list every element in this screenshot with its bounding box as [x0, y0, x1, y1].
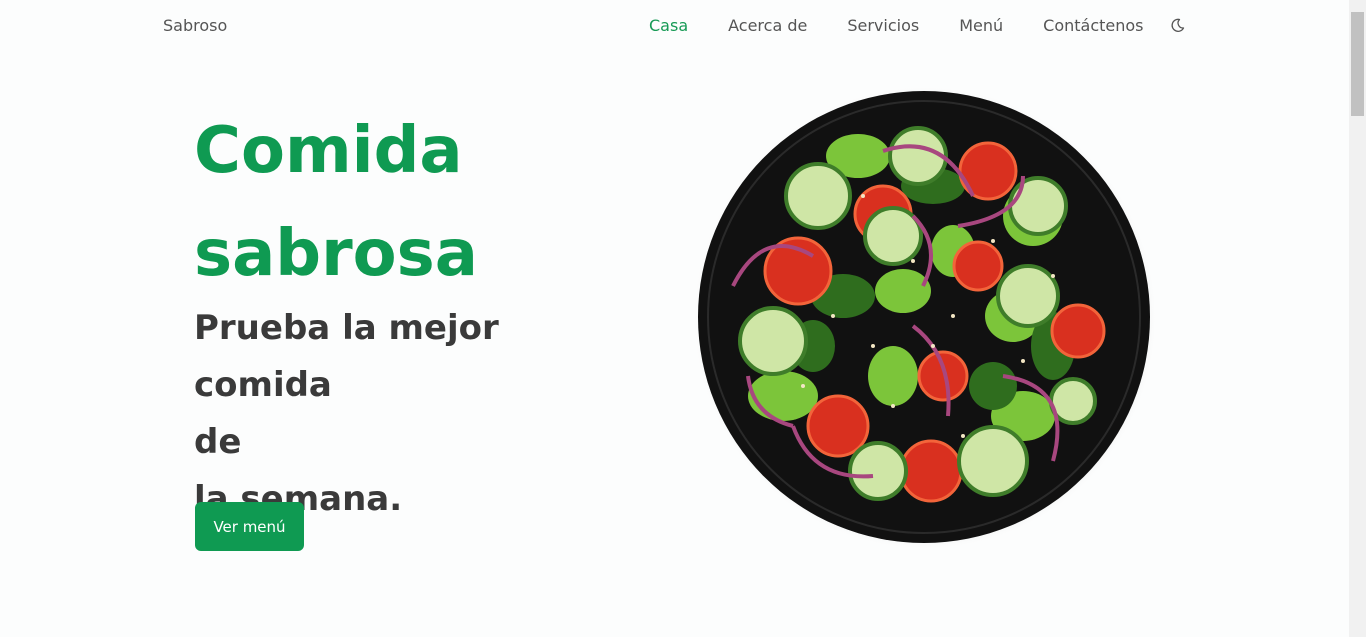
moon-icon[interactable] [1170, 17, 1186, 33]
hero-title: Comida sabrosa [194, 100, 634, 306]
hero-title-line-2: sabrosa [194, 217, 478, 291]
hero-title-line-1: Comida [194, 114, 463, 188]
salad-plate-image [693, 86, 1157, 550]
site-logo[interactable]: Sabroso [163, 16, 227, 35]
main-nav: Casa Acerca de Servicios Menú Contácteno… [649, 16, 1144, 35]
hero-subtitle-line-1: Prueba la mejor comida [194, 308, 499, 405]
scrollbar-thumb[interactable] [1351, 12, 1364, 116]
view-menu-button[interactable]: Ver menú [195, 502, 304, 551]
nav-item-acerca-de[interactable]: Acerca de [728, 16, 807, 35]
hero-subtitle-line-2: de [194, 422, 242, 462]
hero-subtitle: Prueba la mejor comida de la semana. [194, 300, 644, 528]
nav-item-casa[interactable]: Casa [649, 16, 688, 35]
page-scrollbar[interactable] [1349, 0, 1366, 637]
nav-item-servicios[interactable]: Servicios [847, 16, 919, 35]
salad-plate-illustration [693, 86, 1157, 550]
site-header: Sabroso Casa Acerca de Servicios Menú Co… [0, 0, 1349, 54]
nav-item-contactenos[interactable]: Contáctenos [1043, 16, 1143, 35]
nav-item-menu[interactable]: Menú [959, 16, 1003, 35]
